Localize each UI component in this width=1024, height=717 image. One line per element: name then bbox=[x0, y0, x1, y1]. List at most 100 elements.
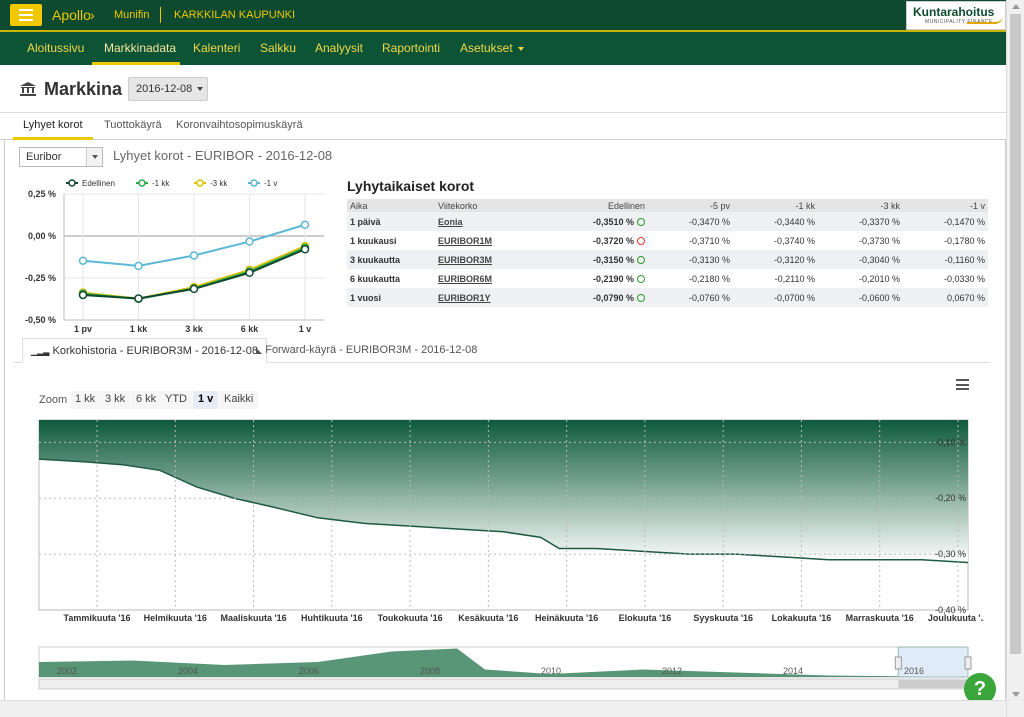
x-tick-label: 1 pv bbox=[74, 324, 92, 334]
rate-type-select[interactable]: Euribor bbox=[19, 147, 103, 167]
table-header-row: Aika Viitekorko Edellinen -5 pv -1 kk -3… bbox=[347, 199, 988, 212]
page-horizontal-scroll[interactable] bbox=[0, 700, 1006, 717]
col-5pv: -5 pv bbox=[648, 199, 733, 212]
scroll-down-icon[interactable] bbox=[1012, 692, 1020, 697]
table-cell: -0,1160 % bbox=[903, 250, 988, 269]
table-cell: -0,2010 % bbox=[858, 273, 900, 284]
page-scrollbar[interactable] bbox=[1006, 0, 1024, 717]
zoom-3kk-button[interactable]: 3 kk bbox=[100, 391, 131, 409]
table-cell: -0,3130 % bbox=[648, 250, 733, 269]
y-tick-label: -0,20 % bbox=[935, 493, 966, 503]
app-name[interactable]: Apollo bbox=[52, 7, 91, 23]
table-cell: -0,3510 % bbox=[515, 212, 648, 231]
table-cell: 1 vuosi bbox=[347, 288, 435, 307]
reference-rate-link[interactable]: EURIBOR1M bbox=[435, 231, 515, 250]
caret-down-icon bbox=[518, 46, 525, 51]
navigator-year-label: 2008 bbox=[420, 666, 440, 676]
table-cell: -0,1780 % bbox=[943, 235, 985, 246]
page-title: Markkina bbox=[44, 79, 123, 99]
trend-up-icon bbox=[637, 275, 645, 284]
navigator-scroll-thumb bbox=[898, 680, 968, 688]
zoom-kaikki-button[interactable]: Kaikki bbox=[219, 391, 259, 409]
scroll-thumb[interactable] bbox=[1010, 14, 1021, 654]
x-tick-label: Elokuuta '16 bbox=[619, 613, 672, 623]
table-cell: -0,0600 % bbox=[818, 288, 903, 307]
table-cell: -0,3370 % bbox=[818, 212, 903, 231]
col-1v: -1 v bbox=[903, 199, 988, 212]
reference-rate-link[interactable]: EURIBOR6M bbox=[435, 269, 515, 288]
table-row: 1 päivä Eonia -0,3510 % -0,3470 % -0,3440 % -… bbox=[347, 212, 988, 231]
tab-korkohistoria[interactable]: ▁▂▃ Korkohistoria - EURIBOR3M - 2016-12-… bbox=[22, 338, 267, 363]
tab-koronvaihtosopimuskayra[interactable]: Koronvaihtosopimuskäyrä bbox=[176, 119, 303, 131]
legend-label: Edellinen bbox=[82, 179, 115, 188]
x-tick-label: Helmikuuta '16 bbox=[144, 613, 207, 623]
rates-table: Aika Viitekorko Edellinen -5 pv -1 kk -3… bbox=[347, 199, 988, 307]
x-tick-label: Syyskuuta '16 bbox=[693, 613, 753, 623]
table-cell: -0,0700 % bbox=[733, 288, 818, 307]
menu-button[interactable] bbox=[10, 4, 42, 26]
reference-rate-link[interactable]: EURIBOR1Y bbox=[435, 288, 515, 307]
zoom-ytd-button[interactable]: YTD bbox=[160, 391, 192, 409]
data-point bbox=[189, 284, 199, 294]
col-edellinen: Edellinen bbox=[515, 199, 648, 212]
navigator-year-label: 2014 bbox=[783, 666, 803, 676]
chart-menu-icon[interactable] bbox=[956, 379, 969, 390]
y-tick-label: 0,25 % bbox=[28, 189, 56, 199]
table-cell: 0,0670 % bbox=[903, 288, 988, 307]
table-row: 1 kuukausi EURIBOR1M -0,3720 % -0,3710 % -0,… bbox=[347, 231, 988, 250]
x-tick-label: 6 kk bbox=[241, 324, 260, 334]
org-link[interactable]: Munifin bbox=[114, 9, 149, 21]
nav-aloitussivu[interactable]: Aloitussivu bbox=[27, 41, 84, 55]
col-3kk: -3 kk bbox=[818, 199, 903, 212]
legend-label: -3 kk bbox=[210, 179, 228, 188]
zoom-1v-button[interactable]: 1 v bbox=[193, 391, 219, 409]
navigator-scrollbar bbox=[38, 678, 969, 690]
legend-marker bbox=[68, 179, 76, 187]
x-tick-label: Joulukuuta '... bbox=[928, 613, 984, 623]
table-cell: 1 kuukausi bbox=[350, 235, 397, 246]
legend-label: -1 kk bbox=[152, 179, 170, 188]
nav-raportointi[interactable]: Raportointi bbox=[382, 41, 440, 55]
x-tick-label: 1 kk bbox=[130, 324, 149, 334]
nav-salkku[interactable]: Salkku bbox=[260, 41, 296, 55]
data-point bbox=[134, 261, 143, 271]
y-tick-label: -0,25 % bbox=[25, 273, 56, 283]
data-point bbox=[300, 245, 310, 254]
zoom-6kk-button[interactable]: 6 kk bbox=[131, 391, 162, 409]
nav-markkinadata[interactable]: Markkinadata bbox=[104, 41, 176, 55]
y-tick-label: -0,10 % bbox=[935, 437, 966, 447]
table-cell: -0,0790 % bbox=[515, 288, 648, 307]
nav-asetukset[interactable]: Asetukset bbox=[460, 41, 525, 55]
tab-lyhyet-korot[interactable]: Lyhyet korot bbox=[23, 119, 83, 131]
zoom-1kk-button[interactable]: 1 kk bbox=[70, 391, 101, 409]
short-rates-line-chart: 0,25 % 0,00 % -0,25 % -0,50 % 1 pv 1 kk 3 kk 6 … bbox=[25, 179, 324, 334]
navigator-handle-right bbox=[964, 656, 972, 670]
interest-history-area-chart[interactable]: -0,10 %-0,20 %-0,30 %-0,40 %Tammikuuta '… bbox=[14, 415, 984, 695]
data-point bbox=[300, 220, 310, 229]
col-aika: Aika bbox=[347, 199, 435, 212]
table-cell: -0,3730 % bbox=[858, 235, 900, 246]
table-cell: 1 päivä bbox=[347, 212, 435, 231]
col-viitekorko: Viitekorko bbox=[435, 199, 515, 212]
x-tick-label: Maaliskuuta '16 bbox=[220, 613, 286, 623]
trend-up-icon bbox=[637, 218, 645, 227]
table-cell: -0,2180 % bbox=[688, 273, 730, 284]
kuntarahoitus-logo: Kuntarahoitus MUNICIPALITY FINANCE bbox=[906, 1, 1006, 30]
table-cell: -0,3440 % bbox=[733, 212, 818, 231]
table-cell: -0,3120 % bbox=[733, 250, 818, 269]
reference-rate-link[interactable]: EURIBOR3M bbox=[435, 250, 515, 269]
tab-forward-kayra[interactable]: ◣ Forward-käyrä - EURIBOR3M - 2016-12-08 bbox=[248, 338, 485, 363]
nav-kalenteri[interactable]: Kalenteri bbox=[193, 41, 240, 55]
tab-tuottokayra[interactable]: Tuottokäyrä bbox=[104, 119, 162, 131]
nav-analyysit[interactable]: Analyysit bbox=[315, 41, 363, 55]
data-point bbox=[78, 256, 88, 265]
table-cell: -0,3720 % bbox=[515, 231, 648, 250]
trend-up-icon bbox=[637, 294, 645, 303]
area-chart-icon: ▁▂▃ bbox=[31, 347, 50, 356]
main-nav: Aloitussivu Markkinadata Kalenteri Salkk… bbox=[0, 32, 1006, 65]
reference-rate-link[interactable]: Eonia bbox=[435, 212, 515, 231]
data-point bbox=[78, 290, 88, 300]
date-dropdown[interactable]: 2016-12-08 bbox=[128, 77, 208, 101]
city-name[interactable]: KARKKILAN KAUPUNKI bbox=[174, 9, 295, 21]
scroll-up-icon[interactable] bbox=[1012, 4, 1020, 9]
